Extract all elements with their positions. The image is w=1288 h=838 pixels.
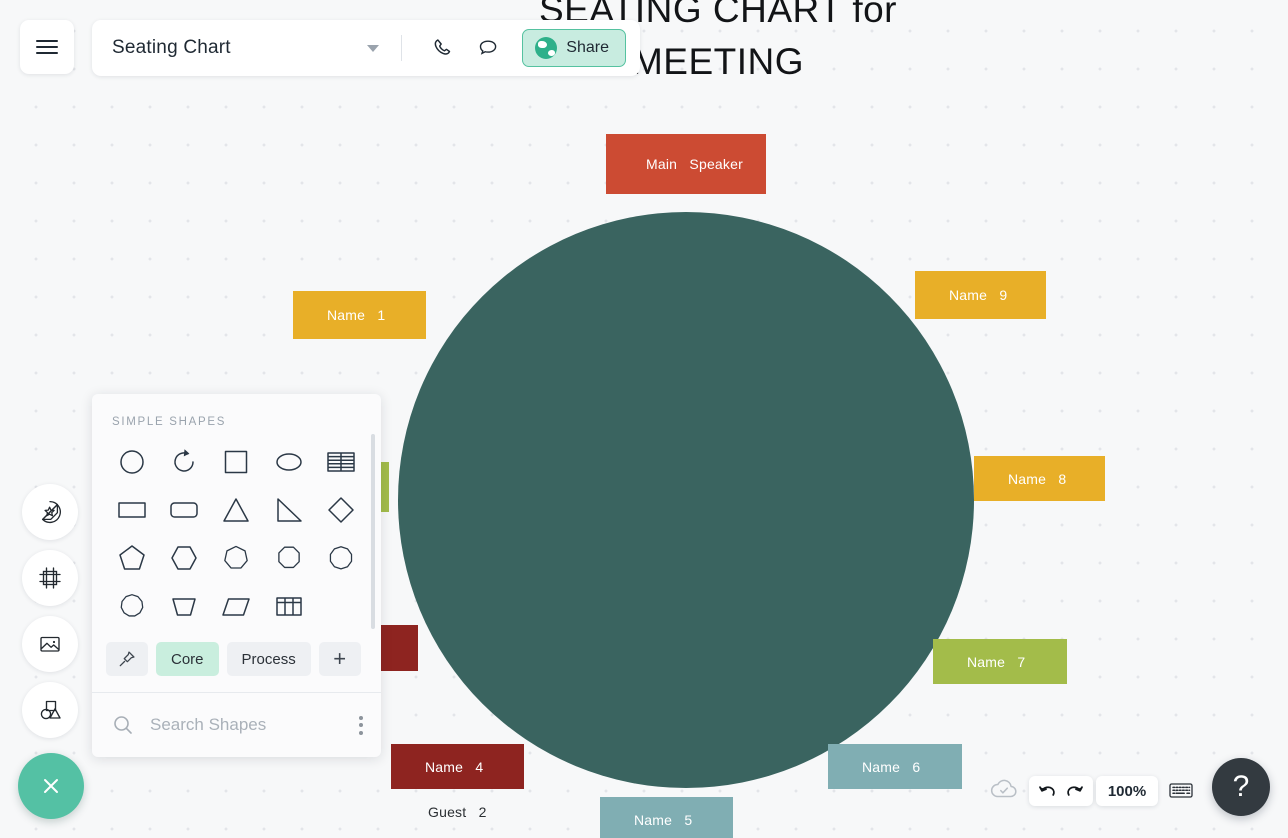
main-menu-button[interactable]	[20, 20, 74, 74]
shapes-panel-scrollbar[interactable]	[371, 434, 375, 629]
search-shapes-input[interactable]: Search Shapes	[150, 715, 339, 735]
search-icon	[114, 716, 132, 734]
ellipse-shape[interactable]	[263, 440, 315, 484]
keyboard-shortcuts-button[interactable]	[1168, 780, 1194, 805]
pentagon-shape[interactable]	[106, 536, 158, 580]
round-table-shape[interactable]	[398, 212, 974, 788]
shapes-panel-tabs: Core Process +	[92, 632, 381, 692]
nonagon-shape[interactable]	[315, 536, 367, 580]
shapes-icon	[40, 700, 61, 720]
tab-process[interactable]: Process	[226, 642, 311, 676]
card-label: Name 6	[862, 758, 921, 775]
close-panel-button[interactable]	[18, 753, 84, 819]
card-name-7[interactable]: Name 7	[933, 639, 1067, 684]
card-name-4[interactable]: Name 4	[391, 744, 524, 789]
document-title[interactable]: Seating Chart	[112, 37, 231, 59]
search-shapes-row[interactable]: Search Shapes	[92, 693, 381, 757]
card-name-1[interactable]: Name 1	[293, 291, 426, 339]
card-name-8[interactable]: Name 8	[974, 456, 1105, 501]
sidebar-item-shapes[interactable]	[22, 682, 78, 738]
sidebar-item-frames[interactable]	[22, 550, 78, 606]
sticker-star-icon	[41, 500, 61, 524]
parallelogram-shape[interactable]	[210, 584, 262, 628]
tab-add[interactable]: +	[318, 642, 361, 676]
cloud-saved-icon	[990, 779, 1017, 798]
tab-label: Process	[241, 650, 296, 668]
phone-icon	[434, 38, 451, 55]
hexagon-shape[interactable]	[158, 536, 210, 580]
cloud-save-status	[988, 777, 1020, 808]
app-root: SEATING CHART for MEETING Main Speaker Na…	[0, 0, 1288, 838]
card-name-6[interactable]: Name 6	[828, 744, 962, 789]
tab-core[interactable]: Core	[156, 642, 219, 676]
right-triangle-shape[interactable]	[263, 488, 315, 532]
toolbar-divider	[401, 35, 403, 61]
kebab-menu-icon[interactable]	[353, 715, 363, 735]
diamond-shape[interactable]	[315, 488, 367, 532]
card-label: Name 7	[967, 653, 1026, 670]
tab-pinned[interactable]	[106, 642, 148, 676]
undo-redo-group	[1029, 776, 1093, 806]
triangle-shape[interactable]	[210, 488, 262, 532]
comment-bubble-icon	[480, 40, 497, 55]
card-occluded-green[interactable]	[381, 462, 389, 512]
card-main-speaker[interactable]: Main Speaker	[606, 134, 766, 194]
document-title-bar: Seating Chart Share	[92, 20, 640, 76]
circle-shape[interactable]	[106, 440, 158, 484]
card-label: Name 4	[425, 758, 484, 775]
tab-label: Core	[171, 650, 204, 668]
close-x-icon	[44, 779, 58, 793]
zoom-level-display[interactable]: 100%	[1096, 776, 1158, 806]
octagon-shape[interactable]	[263, 536, 315, 580]
chevron-down-icon[interactable]	[367, 44, 380, 52]
heptagon-shape[interactable]	[210, 536, 262, 580]
rectangle-shape[interactable]	[106, 488, 158, 532]
comment-button[interactable]	[468, 28, 508, 68]
card-label: Name 5	[634, 811, 693, 828]
share-button[interactable]: Share	[522, 29, 626, 67]
help-button[interactable]: ?	[1212, 758, 1270, 816]
card-label: Name 1	[327, 307, 386, 323]
square-shape[interactable]	[210, 440, 262, 484]
trapezoid-shape[interactable]	[158, 584, 210, 628]
shape-grid	[92, 432, 381, 632]
label-guest-2[interactable]: Guest 2	[428, 804, 487, 820]
help-button-label: ?	[1232, 770, 1250, 803]
plus-icon: +	[333, 646, 347, 671]
pin-icon	[119, 651, 135, 667]
card-name-5[interactable]: Name 5	[600, 797, 733, 838]
card-label: Name 8	[1008, 470, 1067, 487]
rounded-rectangle-shape[interactable]	[158, 488, 210, 532]
grid-table-shape[interactable]	[263, 584, 315, 628]
table-lines-shape[interactable]	[315, 440, 367, 484]
sidebar-item-stickers[interactable]	[22, 484, 78, 540]
call-button[interactable]	[422, 28, 462, 68]
card-label: Main Speaker	[646, 156, 743, 172]
shapes-panel: SIMPLE SHAPES Core Process + Search Shapes	[92, 394, 381, 757]
card-name-9[interactable]: Name 9	[915, 271, 1046, 319]
redo-arrow-icon[interactable]	[1063, 781, 1085, 801]
image-icon	[40, 636, 60, 652]
card-label: Name 9	[949, 287, 1008, 303]
undo-arrow-icon[interactable]	[1037, 781, 1059, 801]
globe-icon	[535, 37, 558, 59]
arc-arrow-shape[interactable]	[158, 440, 210, 484]
left-tool-rail	[22, 484, 78, 738]
share-button-label: Share	[566, 39, 609, 56]
keyboard-icon	[1169, 783, 1193, 798]
sidebar-item-images[interactable]	[22, 616, 78, 672]
decagon-shape[interactable]	[106, 584, 158, 628]
hamburger-menu-icon	[36, 36, 58, 58]
shapes-panel-heading: SIMPLE SHAPES	[112, 416, 227, 428]
frame-icon	[39, 567, 61, 589]
